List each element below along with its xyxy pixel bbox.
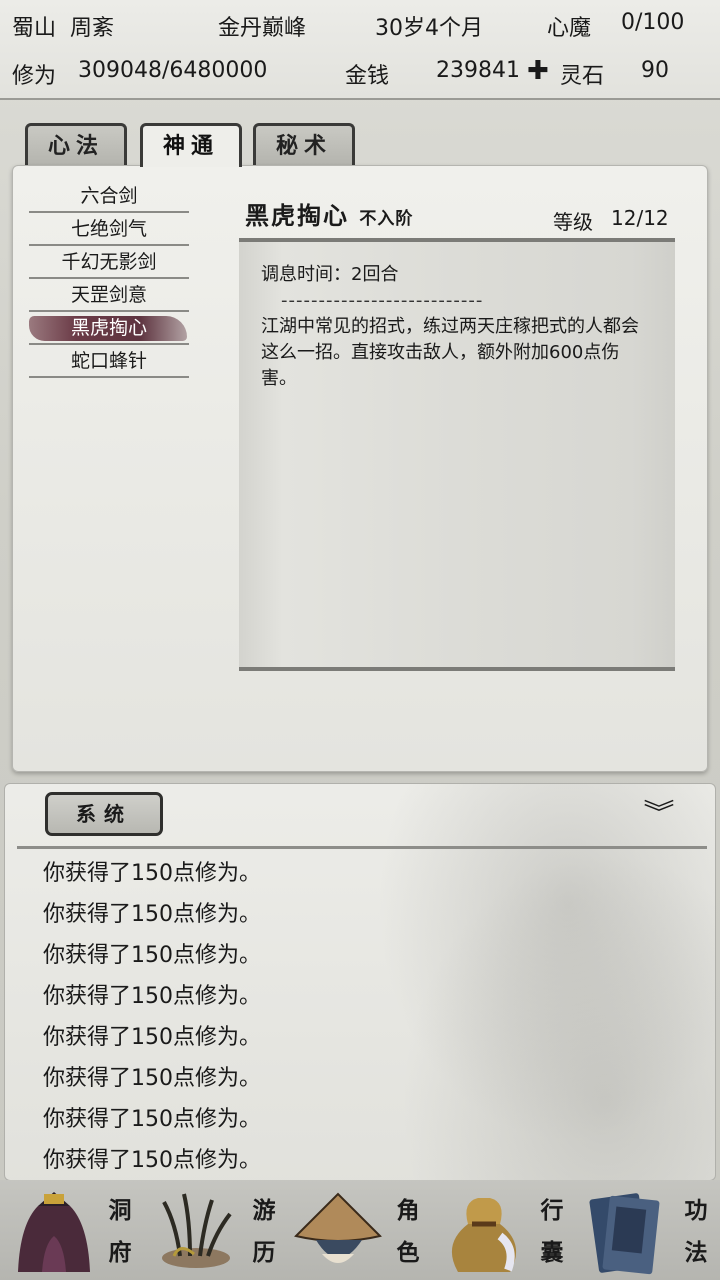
log-line: 你获得了150点修为。 <box>43 1107 261 1132</box>
cave-dwelling-icon <box>18 1192 90 1272</box>
skill-item-tiangangjianyi[interactable]: 天罡剑意 <box>29 279 189 312</box>
bag-icon <box>451 1198 517 1272</box>
log-line: 你获得了150点修为。 <box>43 861 261 886</box>
nav-xingnang[interactable]: 行 囊 <box>432 1180 576 1280</box>
money-label: 金钱 <box>345 64 390 89</box>
separator-line: --------------------------- <box>281 290 484 311</box>
message-log: 系统 ︾ 你获得了150点修为。 你获得了150点修为。 你获得了150点修为。… <box>4 783 716 1181</box>
location: 蜀山 <box>12 16 57 41</box>
tab-shentong[interactable]: 神通 <box>140 123 242 167</box>
level-value: 12/12 <box>611 206 669 230</box>
nav-youli[interactable]: 游 历 <box>144 1180 288 1280</box>
status-bar: 蜀山 周紊 金丹巅峰 30岁4个月 心魔 0/100 修为 309048/648… <box>0 0 720 100</box>
heart-demon-value: 0/100 <box>621 10 685 35</box>
nav-dongfu[interactable]: 洞 府 <box>0 1180 144 1280</box>
nav-juese[interactable]: 角 色 <box>288 1180 432 1280</box>
skill-description-box: 调息时间：2回合 --------------------------- 江湖中… <box>239 238 675 671</box>
skill-description: 江湖中常见的招式，练过两天庄稼把式的人都会这么一招。直接攻击敌人，额外附加600… <box>261 316 639 389</box>
collapse-chevron-icon[interactable]: ︾ <box>637 796 680 832</box>
bottom-nav: 洞 府 游 历 角 色 行 囊 功 法 <box>0 1180 720 1280</box>
skill-item-liuhejian[interactable]: 六合剑 <box>29 180 189 213</box>
spirit-stone-label: 灵石 <box>560 64 605 89</box>
skill-item-heihutaoxin[interactable]: 黑虎掏心 <box>29 312 189 345</box>
cast-time: 调息时间：2回合 <box>261 264 399 285</box>
travel-grass-icon <box>162 1193 232 1268</box>
money-value: 239841 <box>436 58 520 83</box>
level-label: 等级 <box>553 210 593 234</box>
log-line: 你获得了150点修为。 <box>43 902 261 927</box>
log-line: 你获得了150点修为。 <box>43 1148 261 1173</box>
spirit-stone-value: 90 <box>641 58 669 83</box>
skill-name: 黑虎掏心 <box>245 201 349 230</box>
cultivation-value: 309048/6480000 <box>78 58 268 83</box>
tab-mishu[interactable]: 秘术 <box>253 123 355 167</box>
skill-item-qijuejianqi[interactable]: 七绝剑气 <box>29 213 189 246</box>
mountain-ink-painting <box>345 784 715 1180</box>
skill-list: 六合剑 七绝剑气 千幻无影剑 天罡剑意 黑虎掏心 蛇口蜂针 <box>29 180 189 378</box>
skill-tier: 不入阶 <box>359 209 414 229</box>
player-name: 周紊 <box>70 16 115 41</box>
age: 30岁4个月 <box>375 16 483 41</box>
log-line: 你获得了150点修为。 <box>43 984 261 1009</box>
skill-title: 黑虎掏心 不入阶 <box>245 196 413 231</box>
log-line: 你获得了150点修为。 <box>43 943 261 968</box>
spirit-stone-icon: ✚ <box>527 56 549 86</box>
log-lines: 你获得了150点修为。 你获得了150点修为。 你获得了150点修为。 你获得了… <box>43 856 261 1180</box>
log-divider <box>17 846 707 849</box>
realm: 金丹巅峰 <box>218 16 307 41</box>
skill-item-shekoufengzhen[interactable]: 蛇口蜂针 <box>29 345 189 378</box>
skill-panel: 六合剑 七绝剑气 千幻无影剑 天罡剑意 黑虎掏心 蛇口蜂针 黑虎掏心 不入阶 等… <box>12 165 708 772</box>
skill-item-qianhuanwuyingjian[interactable]: 千幻无影剑 <box>29 246 189 279</box>
tab-xinfa[interactable]: 心法 <box>25 123 127 167</box>
system-channel-button[interactable]: 系统 <box>45 792 163 836</box>
scroll-book-icon <box>589 1193 660 1275</box>
nav-gongfa[interactable]: 功 法 <box>576 1180 720 1280</box>
character-hat-icon <box>294 1192 382 1263</box>
log-line: 你获得了150点修为。 <box>43 1066 261 1091</box>
cultivation-label: 修为 <box>12 64 57 89</box>
log-line: 你获得了150点修为。 <box>43 1025 261 1050</box>
heart-demon-label: 心魔 <box>547 16 592 41</box>
